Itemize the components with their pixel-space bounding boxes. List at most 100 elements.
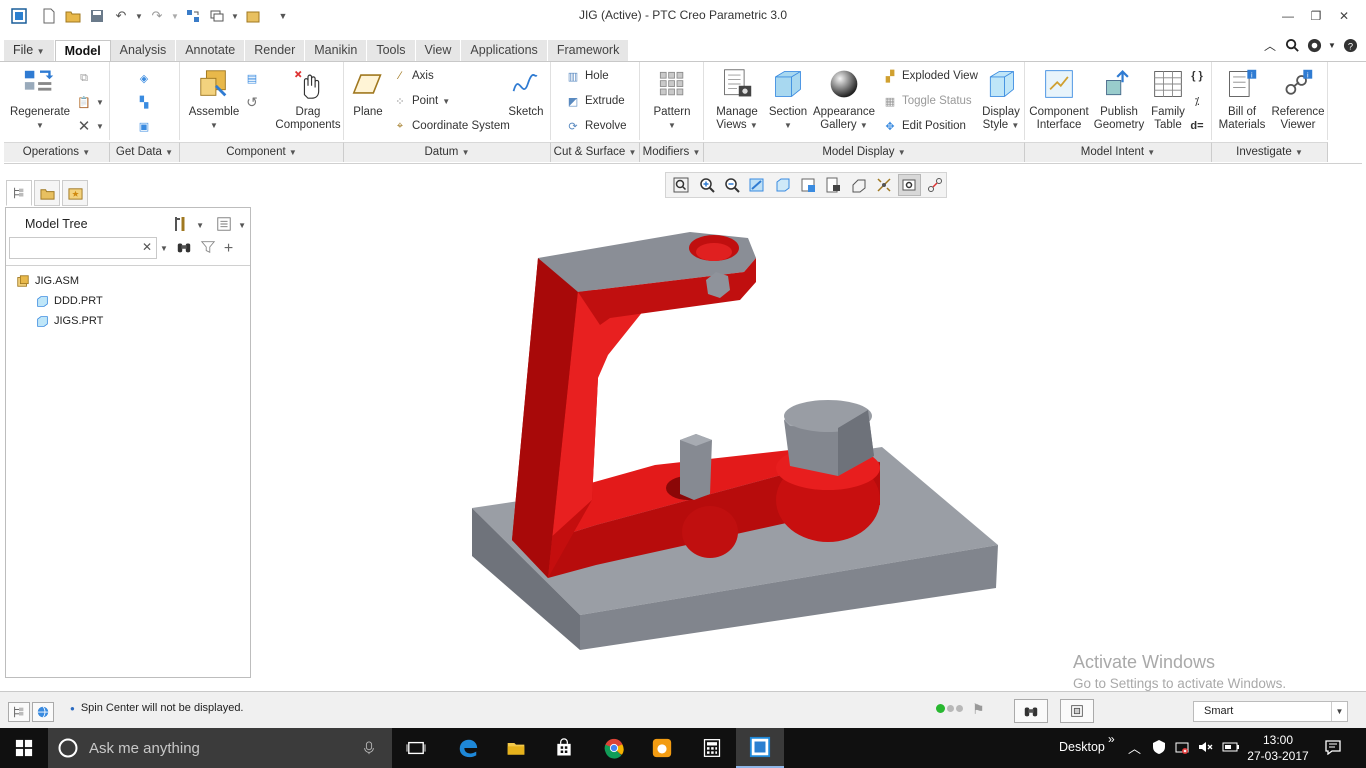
new-file-icon[interactable]	[38, 6, 60, 26]
hole-button[interactable]: ▥ Hole	[565, 66, 609, 86]
windows-dropdown-icon[interactable]: ▼	[230, 6, 240, 26]
jig-assembly-model[interactable]	[254, 166, 1366, 690]
open-folder-icon[interactable]	[62, 6, 84, 26]
tab-applications[interactable]: Applications	[461, 40, 548, 62]
exploded-view-button[interactable]: ▞ Exploded View	[882, 66, 978, 86]
switch-dimensions-icon[interactable]: d=	[1189, 116, 1205, 136]
relations-icon[interactable]: { }	[1189, 66, 1205, 86]
find-binoculars-icon[interactable]	[176, 239, 192, 258]
point-button[interactable]: ⁘ Point ▼	[392, 91, 450, 111]
toggle-navigator-icon[interactable]	[8, 702, 30, 722]
user-defined-feature-icon[interactable]: ◈	[136, 68, 152, 88]
regenerate-qat-icon[interactable]	[182, 6, 204, 26]
axis-button[interactable]: ∕ Axis	[392, 66, 434, 86]
paste-icon[interactable]: 📋 ▼	[76, 92, 104, 112]
copy-icon[interactable]: ⧉	[76, 68, 92, 88]
group-label-datum[interactable]: Datum ▼	[344, 142, 551, 162]
find-icon[interactable]	[1014, 699, 1048, 723]
create-component-icon[interactable]: ▤	[244, 68, 260, 88]
tab-tools[interactable]: Tools	[367, 40, 416, 62]
edge-browser-icon[interactable]	[444, 728, 492, 768]
repeat-icon[interactable]: ↺	[244, 92, 260, 112]
windows-icon[interactable]	[206, 6, 228, 26]
filter-icon[interactable]	[200, 239, 216, 258]
model-tree-search[interactable]: ✕	[9, 237, 157, 259]
file-explorer-icon[interactable]	[492, 728, 540, 768]
tab-framework[interactable]: Framework	[547, 40, 630, 62]
toolbar-expand-icon[interactable]: »	[1108, 732, 1115, 746]
settings-tools-icon[interactable]	[172, 215, 190, 236]
microphone-icon[interactable]	[362, 740, 376, 756]
tab-model[interactable]: Model	[54, 40, 111, 63]
toggle-browser-icon[interactable]	[32, 702, 54, 722]
shrinkwrap-icon[interactable]: ▣	[136, 116, 152, 136]
group-label-component[interactable]: Component ▼	[180, 142, 344, 162]
drag-components-button[interactable]: Drag Components	[274, 66, 342, 132]
chrome-icon[interactable]	[590, 728, 638, 768]
revolve-button[interactable]: ⟳ Revolve	[565, 116, 626, 136]
toggle-status-button[interactable]: ▦ Toggle Status	[882, 91, 972, 111]
show-options-icon[interactable]	[216, 216, 232, 235]
network-tray-icon[interactable]	[1174, 739, 1190, 758]
group-label-modifiers[interactable]: Modifiers ▼	[640, 142, 704, 162]
add-column-icon[interactable]: +	[224, 240, 233, 258]
help-icon[interactable]: ?	[1342, 37, 1358, 53]
delete-icon[interactable]: ✕ ▼	[76, 116, 104, 136]
volume-muted-icon[interactable]	[1197, 739, 1213, 758]
chevron-down-icon[interactable]: ▼	[1331, 702, 1347, 721]
task-view-icon[interactable]	[392, 728, 440, 768]
clear-search-icon[interactable]: ✕	[142, 240, 152, 254]
tab-manikin[interactable]: Manikin	[305, 40, 368, 62]
display-style-button[interactable]: Display Style ▼	[980, 66, 1022, 132]
close-window-icon[interactable]	[242, 6, 264, 26]
plane-button[interactable]: Plane	[348, 66, 388, 119]
regenerate-button[interactable]: Regenerate ▼	[8, 66, 72, 132]
coordinate-system-button[interactable]: ⌖ Coordinate System	[392, 116, 510, 136]
redo-icon[interactable]: ↷	[146, 6, 168, 26]
calculator-icon[interactable]	[688, 728, 736, 768]
minimize-button[interactable]: —	[1278, 6, 1298, 26]
ptc-community-icon[interactable]	[1306, 37, 1322, 53]
reference-viewer-button[interactable]: i Reference Viewer	[1270, 66, 1326, 132]
assemble-button[interactable]: Assemble ▼	[184, 66, 244, 132]
family-table-button[interactable]: Family Table	[1149, 66, 1187, 132]
app-icon[interactable]	[8, 6, 30, 26]
close-button[interactable]: ✕	[1334, 6, 1354, 26]
customize-qat-icon[interactable]: ▼	[272, 6, 294, 26]
store-icon[interactable]	[540, 728, 588, 768]
start-button[interactable]	[0, 728, 48, 768]
locating-pin[interactable]	[680, 434, 712, 500]
sketch-button[interactable]: Sketch	[504, 66, 548, 119]
tab-view[interactable]: View	[415, 40, 462, 62]
bill-of-materials-button[interactable]: i Bill of Materials	[1216, 66, 1268, 132]
model-tree-tab[interactable]	[6, 180, 32, 206]
desktop-toolbar-label[interactable]: Desktop	[1059, 740, 1105, 754]
tree-item-jigs-prt[interactable]: JIGS.PRT	[36, 312, 103, 330]
flag-icon[interactable]: ⚑	[972, 701, 985, 718]
edit-position-button[interactable]: ✥ Edit Position	[882, 116, 966, 136]
selection-icon[interactable]	[1060, 699, 1094, 723]
group-label-model-intent[interactable]: Model Intent ▼	[1025, 142, 1212, 162]
extrude-button[interactable]: ◩ Extrude	[565, 91, 625, 111]
undo-dropdown-icon[interactable]: ▼	[134, 6, 144, 26]
graphics-window[interactable]	[254, 166, 1366, 690]
component-interface-button[interactable]: Component Interface	[1029, 66, 1089, 132]
creo-taskbar-icon[interactable]	[736, 728, 784, 768]
show-hidden-icons[interactable]: ︿	[1128, 738, 1141, 757]
parameters-icon[interactable]: ⁒	[1189, 91, 1205, 111]
group-label-model-display[interactable]: Model Display ▼	[704, 142, 1025, 162]
tree-item-ddd-prt[interactable]: DDD.PRT	[36, 292, 103, 310]
publish-geometry-button[interactable]: Publish Geometry	[1091, 66, 1147, 132]
system-clock[interactable]: 13:00 27-03-2017	[1247, 732, 1309, 764]
search-icon[interactable]	[1284, 37, 1300, 53]
uc-browser-icon[interactable]	[638, 728, 686, 768]
section-button[interactable]: Section ▼	[766, 66, 810, 132]
settings-dropdown-icon[interactable]: ▼	[196, 221, 204, 230]
folder-browser-tab[interactable]	[34, 180, 60, 206]
appearance-gallery-button[interactable]: Appearance Gallery ▼	[812, 66, 876, 132]
tab-file[interactable]: File ▼	[4, 40, 55, 62]
tree-item-jig-asm[interactable]: JIG.ASM	[16, 272, 79, 290]
show-dropdown-icon[interactable]: ▼	[238, 221, 246, 230]
cortana-search[interactable]: Ask me anything	[48, 728, 392, 768]
undo-icon[interactable]: ↶	[110, 6, 132, 26]
